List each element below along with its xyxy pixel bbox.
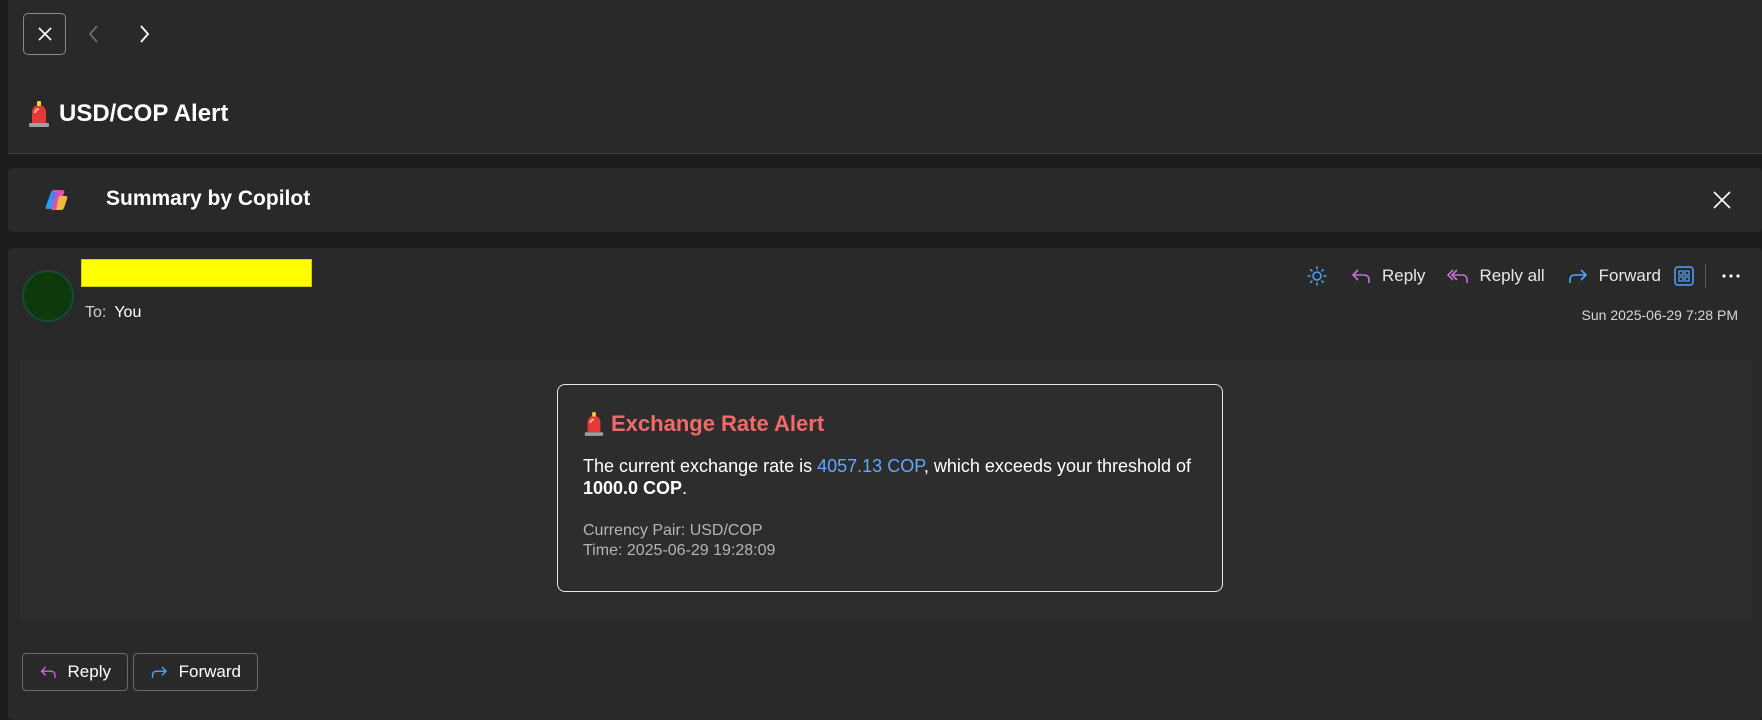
to-value[interactable]: You [114,304,141,322]
siren-icon [29,101,49,127]
copilot-title: Summary by Copilot [106,187,311,210]
theme-toggle-button[interactable] [1306,265,1328,287]
chevron-right-icon [139,25,149,43]
sender-avatar[interactable] [22,270,74,322]
next-message-button[interactable] [122,13,165,55]
action-divider [1705,264,1706,288]
apps-grid-icon [1674,266,1694,286]
threshold-value: 1000.0 COP [583,478,683,498]
siren-icon [584,412,604,436]
alert-time: Time: 2025-06-29 19:28:09 [583,542,776,559]
alert-text-start: The current exchange rate is [583,456,818,476]
previous-message-button[interactable] [72,13,115,55]
reply-all-label: Reply all [1479,266,1545,285]
forward-label: Forward [1598,266,1661,285]
copilot-icon [45,190,68,210]
footer-reply-button[interactable]: Reply [22,653,128,691]
close-icon [37,27,52,41]
message-card: To: You Reply Reply all Forward Sun 2025… [8,248,1762,720]
close-icon [1713,191,1731,209]
footer-forward-label: Forward [178,662,241,681]
alert-text-end: . [682,478,688,498]
reply-all-icon [1447,269,1469,283]
forward-icon [151,666,168,678]
to-label: To: [85,304,107,321]
reading-pane-header: USD/COP Alert [8,0,1762,154]
alert-message: The current exchange rate is 4057.13 COP… [583,455,1198,499]
sender-name-redacted[interactable] [81,259,312,287]
footer-reply-label: Reply [67,662,111,681]
subject-text: USD/COP Alert [59,100,229,127]
alert-metadata: Currency Pair: USD/COP Time: 2025-06-29 … [583,521,1198,561]
copilot-close-button[interactable] [1708,186,1736,214]
reply-all-button[interactable]: Reply all [1447,265,1545,287]
alert-title: Exchange Rate Alert [583,411,1198,437]
copilot-summary-bar[interactable]: Summary by Copilot [8,168,1762,232]
reply-icon [1351,269,1370,283]
reply-label: Reply [1381,266,1426,285]
more-actions-button[interactable] [1720,265,1742,287]
recipient-line: To: You [85,304,141,322]
message-actions: Reply Reply all Forward [1306,262,1742,290]
reply-button[interactable]: Reply [1350,265,1425,287]
alert-text-middle: , which exceeds your threshold of [923,456,1192,476]
message-body: Exchange Rate Alert The current exchange… [20,360,1752,618]
apps-button[interactable] [1673,265,1695,287]
alert-card: Exchange Rate Alert The current exchange… [557,384,1223,592]
more-icon [1722,274,1740,278]
sun-icon [1307,266,1327,286]
currency-pair: Currency Pair: USD/COP [583,522,763,539]
reply-icon [40,666,56,678]
footer-forward-button[interactable]: Forward [133,653,258,691]
forward-icon [1568,269,1587,283]
exchange-rate-value: 4057.13 COP [817,456,924,476]
message-date: Sun 2025-06-29 7:28 PM [1581,307,1738,323]
alert-title-text: Exchange Rate Alert [611,411,825,436]
chevron-left-icon [88,25,98,43]
forward-button[interactable]: Forward [1567,265,1661,287]
email-subject: USD/COP Alert [27,100,228,128]
close-message-button[interactable] [23,13,66,55]
